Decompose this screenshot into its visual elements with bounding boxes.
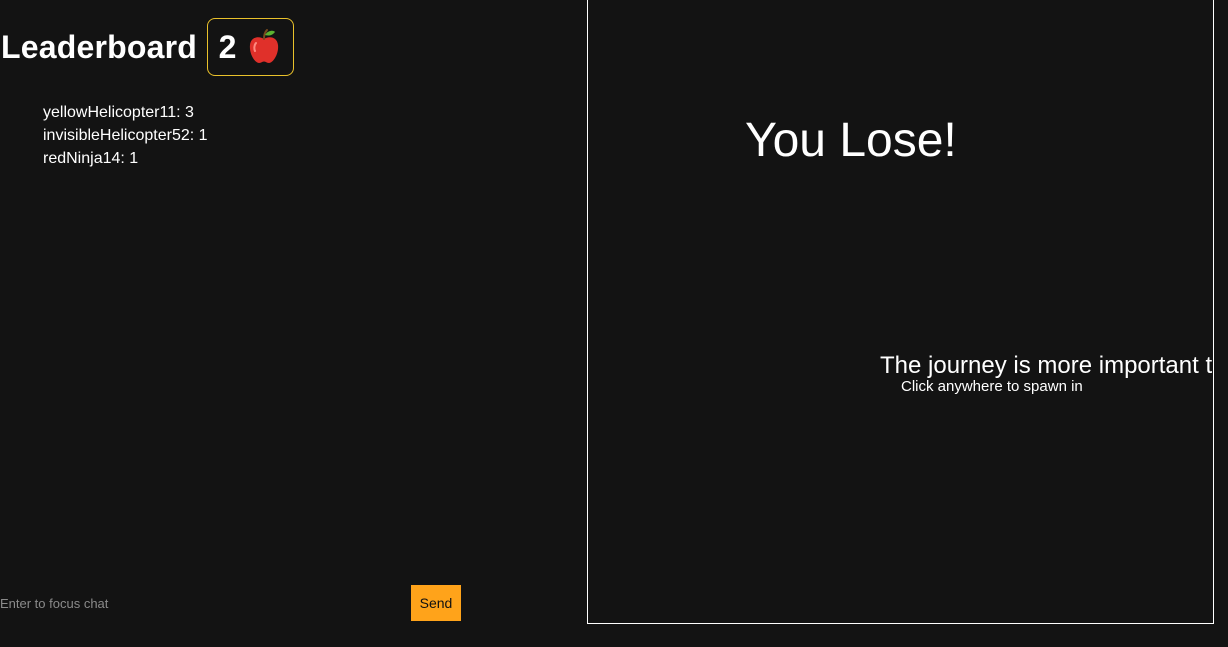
game-over-message: You Lose! — [745, 114, 957, 167]
leaderboard-list: yellowHelicopter11: 3 invisibleHelicopte… — [43, 101, 208, 170]
leaderboard-entry: redNinja14: 1 — [43, 150, 139, 167]
quote-text: The journey is more important than the d… — [880, 352, 1213, 379]
leaderboard-title: Leaderboard — [1, 28, 198, 65]
apple-icon — [250, 29, 279, 63]
score-value: 2 — [218, 28, 237, 65]
spawn-hint: Click anywhere to spawn in — [901, 378, 1083, 395]
game-canvas[interactable]: You Lose! The journey is more important … — [587, 0, 1214, 624]
leaderboard-header: Leaderboard 2 — [0, 18, 295, 76]
chat-bar: Send — [0, 585, 462, 621]
send-button[interactable]: Send — [411, 585, 461, 621]
chat-input[interactable] — [0, 585, 400, 621]
game-page: Leaderboard 2 yellowHelicopter11: 3 invi… — [0, 0, 1228, 647]
leaderboard-entry: invisibleHelicopter52: 1 — [43, 127, 208, 144]
leaderboard-entry: yellowHelicopter11: 3 — [43, 104, 194, 121]
score-badge: 2 — [207, 18, 295, 76]
